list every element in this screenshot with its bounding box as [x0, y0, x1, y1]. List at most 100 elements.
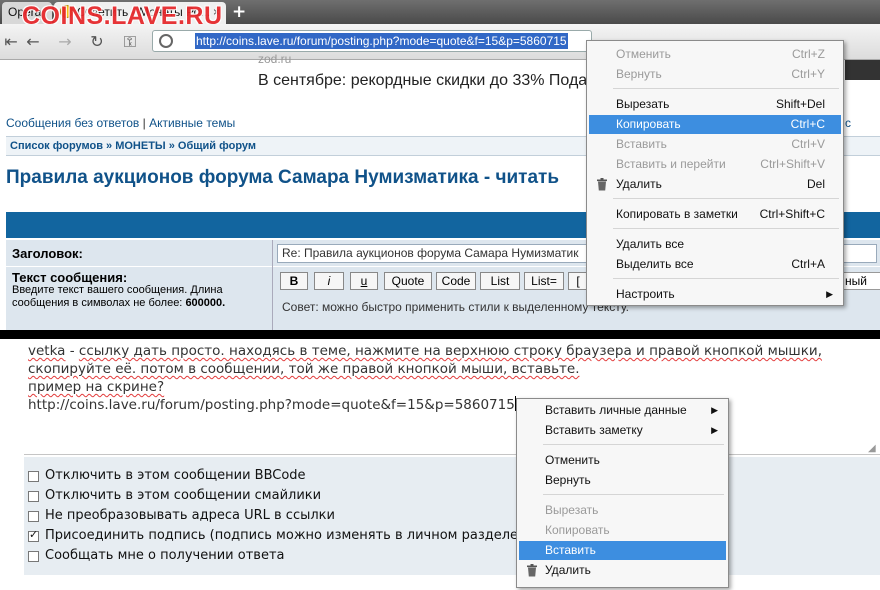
link-active-topics[interactable]: Активные темы — [149, 116, 235, 130]
menu-cut-label: Вырезать — [616, 97, 670, 111]
menu-customize[interactable]: Настроить ▶ — [589, 285, 841, 304]
editor-line-2: скопируйте её. потом в сообщении, той же… — [28, 361, 580, 377]
option-attach-signature-checkbox[interactable] — [28, 528, 39, 542]
site-info-icon[interactable] — [159, 34, 173, 48]
bbcode-underline-button[interactable]: u — [350, 272, 378, 290]
browser-screenshot-top: Opera Ответить - Монеты Ро... × + COINS.… — [0, 0, 880, 330]
menu-delete-label: Удалить — [545, 563, 591, 577]
tip-text: Совет: можно быстро применить стили к вы… — [282, 300, 629, 314]
menu-paste[interactable]: Вставить Ctrl+V — [589, 135, 841, 154]
menu-copy-shortcut: Ctrl+C — [790, 117, 825, 131]
menu-undo[interactable]: Отменить — [519, 451, 726, 470]
menu-copy-label: Копировать — [545, 523, 610, 537]
message-label: Текст сообщения: — [12, 270, 128, 285]
menu-redo[interactable]: Вернуть — [519, 471, 726, 490]
key-icon[interactable]: ⚿ — [118, 33, 142, 51]
menu-copy-to-notes-label: Копировать в заметки — [616, 207, 738, 221]
screenshot-divider — [0, 330, 880, 339]
menu-delete-label: Удалить — [616, 177, 662, 191]
bbcode-quote-button[interactable]: Quote — [384, 272, 432, 290]
trash-icon — [527, 564, 537, 577]
menu-redo[interactable]: Вернуть Ctrl+Y — [589, 65, 841, 84]
menu-separator — [543, 494, 724, 495]
bbcode-italic-button[interactable]: i — [314, 272, 344, 290]
menu-delete[interactable]: Удалить — [519, 561, 726, 580]
page-title[interactable]: Правила аукционов форума Самара Нумизмат… — [6, 167, 559, 189]
menu-paste-label: Вставить — [545, 543, 596, 557]
option-disable-bbcode-checkbox[interactable] — [28, 471, 39, 482]
editor-line-1: vetka - ссылку дать просто. находясь в т… — [28, 342, 876, 360]
menu-separator — [613, 228, 839, 229]
form-divider — [272, 240, 273, 330]
context-menu-address: Отменить Ctrl+Z Вернуть Ctrl+Y Вырезать Shi… — [586, 40, 844, 306]
menu-cut[interactable]: Вырезать — [519, 501, 726, 520]
option-no-url-parse-label: Не преобразовывать адреса URL в ссылки — [45, 508, 335, 523]
menu-delete[interactable]: Удалить Del — [589, 175, 841, 194]
menu-copy-to-notes[interactable]: Копировать в заметки Ctrl+Shift+C — [589, 205, 841, 224]
link-right-fragment[interactable]: с — [845, 116, 851, 130]
submenu-arrow-icon: ▶ — [711, 425, 718, 435]
editor-line-1-text: ссылку дать просто. находясь в теме, наж… — [78, 343, 822, 359]
option-notify-reply-label: Сообщать мне о получении ответа — [45, 548, 285, 563]
address-bar[interactable]: http://coins.lave.ru/forum/posting.php?m… — [152, 30, 592, 52]
menu-undo-shortcut: Ctrl+Z — [792, 47, 825, 61]
message-limit: 600000. — [185, 297, 226, 309]
menu-delete-shortcut: Del — [806, 177, 825, 191]
menu-undo[interactable]: Отменить Ctrl+Z — [589, 45, 841, 64]
ad-site[interactable]: zod.ru — [258, 52, 291, 66]
option-notify-reply-checkbox[interactable] — [28, 551, 39, 562]
menu-separator — [543, 444, 724, 445]
option-disable-smilies-label: Отключить в этом сообщении смайлики — [45, 488, 322, 503]
option-attach-signature-label: Присоединить подпись (подпись можно изме… — [45, 528, 524, 543]
ad-promo[interactable]: В сентябре: рекордные скидки до 33% Пода… — [258, 72, 596, 90]
message-textarea[interactable]: vetka - ссылку дать просто. находясь в т… — [24, 339, 880, 455]
menu-redo-label: Вернуть — [545, 473, 591, 487]
submenu-arrow-icon: ▶ — [826, 289, 833, 299]
new-tab-button[interactable]: + — [232, 2, 246, 22]
menu-cut-label: Вырезать — [545, 503, 599, 517]
bbcode-list-button[interactable]: List — [480, 272, 520, 290]
link-unanswered[interactable]: Сообщения без ответов — [6, 116, 139, 130]
option-disable-bbcode-label: Отключить в этом сообщении BBCode — [45, 468, 306, 483]
trash-icon — [597, 178, 607, 191]
menu-paste-go[interactable]: Вставить и перейти Ctrl+Shift+V — [589, 155, 841, 174]
menu-paste-go-label: Вставить и перейти — [616, 157, 726, 171]
resize-grip-icon[interactable]: ◢ — [868, 443, 876, 454]
bbcode-more-button[interactable]: [ — [568, 272, 588, 290]
menu-copy[interactable]: Копировать — [519, 521, 726, 540]
menu-undo-label: Отменить — [545, 453, 600, 467]
option-no-url-parse-checkbox[interactable] — [28, 511, 39, 522]
menu-delete-all-label: Удалить все — [616, 237, 685, 251]
menu-separator — [613, 88, 839, 89]
bbcode-list-ordered-button[interactable]: List= — [524, 272, 564, 290]
menu-separator — [613, 278, 839, 279]
menu-insert-personal-data[interactable]: Вставить личные данные ▶ — [519, 401, 726, 420]
bookmark-icon[interactable]: ⇤ — [2, 33, 20, 51]
option-disable-smilies-checkbox[interactable] — [28, 491, 39, 502]
menu-insert-personal-data-label: Вставить личные данные — [545, 403, 687, 417]
menu-copy-label: Копировать — [616, 117, 681, 131]
font-style-select[interactable]: ный — [840, 272, 880, 290]
forum-quick-links: Сообщения без ответов | Активные темы — [6, 116, 235, 130]
menu-undo-label: Отменить — [616, 47, 671, 61]
ad-dark-block — [845, 60, 880, 80]
menu-paste[interactable]: Вставить — [519, 541, 726, 560]
message-hint: Введите текст вашего сообщения. Длина со… — [12, 284, 270, 310]
menu-copy[interactable]: Копировать Ctrl+C — [589, 115, 841, 134]
menu-insert-note[interactable]: Вставить заметку ▶ — [519, 421, 726, 440]
back-icon[interactable]: ← — [24, 33, 42, 51]
reload-icon[interactable]: ↻ — [88, 33, 106, 51]
editor-dash: - — [65, 343, 79, 359]
menu-select-all-shortcut: Ctrl+A — [791, 257, 825, 271]
address-text[interactable]: http://coins.lave.ru/forum/posting.php?m… — [195, 33, 568, 49]
subject-label: Заголовок: — [12, 246, 83, 261]
editor-pasted-url: http://coins.lave.ru/forum/posting.php?m… — [28, 397, 515, 413]
bbcode-bold-button[interactable]: B — [280, 272, 308, 290]
menu-delete-all[interactable]: Удалить все — [589, 235, 841, 254]
menu-select-all[interactable]: Выделить все Ctrl+A — [589, 255, 841, 274]
menu-paste-go-shortcut: Ctrl+Shift+V — [760, 157, 825, 171]
menu-cut[interactable]: Вырезать Shift+Del — [589, 95, 841, 114]
menu-redo-label: Вернуть — [616, 67, 662, 81]
forward-icon[interactable]: → — [56, 33, 74, 51]
bbcode-code-button[interactable]: Code — [436, 272, 476, 290]
